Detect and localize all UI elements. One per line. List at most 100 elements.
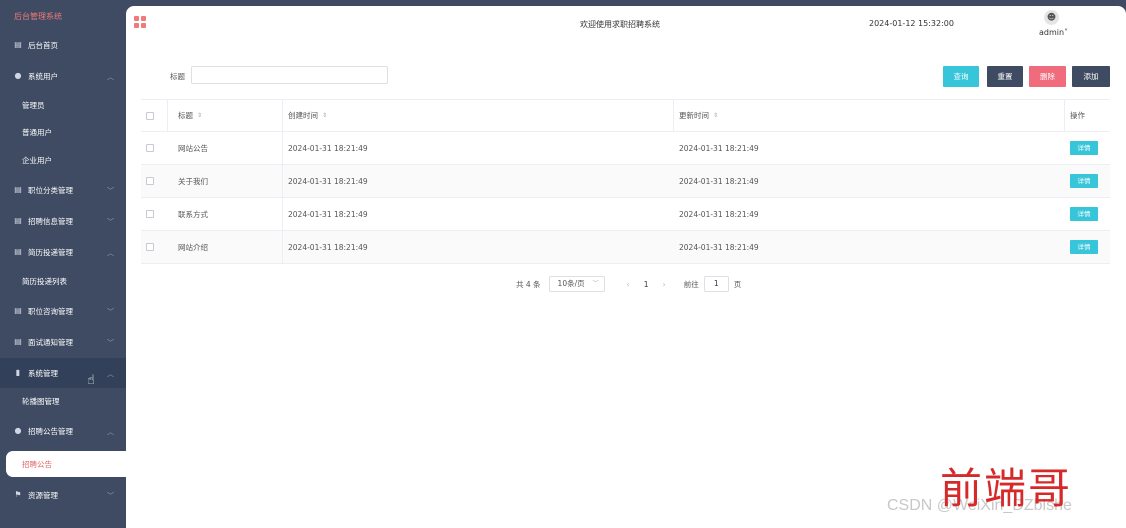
menu-item-recruitment-info[interactable]: ▤ 招聘信息管理 ﹀ <box>0 206 126 236</box>
page-size-select[interactable]: 10条/页 ﹀ <box>548 276 605 292</box>
submenu-item-company-users[interactable]: 企业用户 <box>0 147 126 173</box>
detail-button[interactable]: 详情 <box>1070 174 1098 188</box>
announcement-table: 标题 ⇕ 创建时间 ⇕ 更新时间 ⇕ 操作 网站公告 2024-01-31 18:21… <box>141 99 1110 264</box>
cell-operation: 详情 <box>1070 231 1110 263</box>
submenu-item-label: 简历投递列表 <box>22 276 67 286</box>
menu-item-label: 招聘信息管理 <box>28 216 73 226</box>
menu-item-label: 职位咨询管理 <box>28 306 73 316</box>
chevron-down-icon: ˅ <box>1064 28 1069 37</box>
row-checkbox[interactable] <box>146 132 158 164</box>
menu-item-interview-notice[interactable]: ▤ 面试通知管理 ﹀ <box>0 327 126 357</box>
table-row: 网站公告 2024-01-31 18:21:49 2024-01-31 18:2… <box>141 132 1110 165</box>
cell-operation: 详情 <box>1070 165 1110 197</box>
chevron-down-icon: ﹀ <box>107 339 114 347</box>
detail-button[interactable]: 详情 <box>1070 207 1098 221</box>
sidebar: 后台管理系统 ▤ 后台首页 ● 系统用户 ︿ 管理员 普通用户 企业用户 ▤ 职… <box>0 0 126 528</box>
submenu-item-carousel[interactable]: 轮播图管理 <box>0 388 126 414</box>
table-row: 关于我们 2024-01-31 18:21:49 2024-01-31 18:2… <box>141 165 1110 198</box>
detail-button[interactable]: 详情 <box>1070 141 1098 155</box>
chevron-up-icon: ︿ <box>107 370 114 378</box>
cell-updated: 2024-01-31 18:21:49 <box>679 143 759 153</box>
query-button[interactable]: 查询 <box>943 66 979 87</box>
menu-item-label: 面试通知管理 <box>28 337 73 347</box>
delete-button[interactable]: 删除 <box>1029 66 1066 87</box>
menu-item-label: 简历投递管理 <box>28 247 73 257</box>
current-datetime: 2024-01-12 15:32:00 <box>869 19 954 28</box>
sort-icon: ⇕ <box>322 112 328 119</box>
menu-item-resume-delivery[interactable]: ▤ 简历投递管理 ︿ <box>0 237 126 267</box>
cell-title: 联系方式 <box>178 209 208 219</box>
detail-button[interactable]: 详情 <box>1070 240 1098 254</box>
row-checkbox[interactable] <box>146 165 158 197</box>
page-number[interactable]: 1 <box>644 280 649 289</box>
select-all-checkbox[interactable] <box>146 100 158 131</box>
menu-item-label: 招聘公告管理 <box>28 426 73 436</box>
main-panel: 欢迎使用求职招聘系统 2024-01-12 15:32:00 ☻ admin˅ … <box>126 6 1126 528</box>
avatar[interactable]: ☻ <box>1044 10 1059 25</box>
menu-item-system-management[interactable]: ▮ 系统管理 ︿ <box>0 358 126 388</box>
goto-page-input[interactable]: 1 <box>703 276 729 292</box>
chevron-down-icon: ﹀ <box>592 280 599 287</box>
column-header-operation: 操作 <box>1070 111 1085 120</box>
flag-icon: ⚑ <box>14 490 22 499</box>
reset-button[interactable]: 重置 <box>987 66 1023 87</box>
menu-item-system-users[interactable]: ● 系统用户 ︿ <box>0 61 126 91</box>
menu-item-job-category[interactable]: ▤ 职位分类管理 ﹀ <box>0 175 126 205</box>
list-icon: ▤ <box>14 216 22 225</box>
cell-operation: 详情 <box>1070 132 1110 164</box>
welcome-text: 欢迎使用求职招聘系统 <box>580 20 660 29</box>
cell-title: 关于我们 <box>178 176 208 186</box>
search-label: 标题 <box>170 72 185 81</box>
menu-item-label: 系统用户 <box>28 71 58 81</box>
column-header-updated[interactable]: 更新时间 ⇕ <box>679 100 1064 131</box>
list-icon: ▤ <box>14 306 22 315</box>
submenu-item-admin[interactable]: 管理员 <box>0 92 126 118</box>
cell-created: 2024-01-31 18:21:49 <box>288 176 368 186</box>
row-checkbox[interactable] <box>146 198 158 230</box>
list-icon: ▤ <box>14 247 22 256</box>
sort-icon: ⇕ <box>713 112 719 119</box>
row-checkbox[interactable] <box>146 231 158 263</box>
submenu-item-normal-users[interactable]: 普通用户 <box>0 119 126 145</box>
cell-operation: 详情 <box>1070 198 1110 230</box>
grid-menu-icon[interactable] <box>134 16 146 28</box>
menu-item-label: 职位分类管理 <box>28 185 73 195</box>
info-icon: ● <box>14 426 22 435</box>
cell-updated: 2024-01-31 18:21:49 <box>679 209 759 219</box>
table-row: 联系方式 2024-01-31 18:21:49 2024-01-31 18:2… <box>141 198 1110 231</box>
column-header-label: 更新时间 <box>679 111 709 120</box>
chevron-down-icon: ﹀ <box>107 308 114 316</box>
cell-title: 网站介绍 <box>178 242 208 252</box>
submenu-item-resume-list[interactable]: 简历投递列表 <box>0 268 126 294</box>
submenu-item-announcement[interactable]: 招聘公告 <box>6 451 126 477</box>
chevron-down-icon: ﹀ <box>107 187 114 195</box>
chevron-down-icon: ﹀ <box>107 218 114 226</box>
top-bar: 欢迎使用求职招聘系统 2024-01-12 15:32:00 ☻ admin˅ <box>126 6 1126 44</box>
menu-item-dashboard[interactable]: ▤ 后台首页 <box>0 30 126 60</box>
column-header-label: 标题 <box>178 111 193 120</box>
goto-label: 前往 <box>683 279 699 289</box>
next-page-icon[interactable]: › <box>663 280 666 289</box>
menu-item-job-consult[interactable]: ▤ 职位咨询管理 ﹀ <box>0 296 126 326</box>
menu-item-announcement-management[interactable]: ● 招聘公告管理 ︿ <box>0 416 126 446</box>
search-title-input[interactable] <box>191 66 388 84</box>
menu-item-resource-management[interactable]: ⚑ 资源管理 ﹀ <box>0 480 126 510</box>
add-button[interactable]: 添加 <box>1072 66 1110 87</box>
cell-updated: 2024-01-31 18:21:49 <box>679 242 759 252</box>
submenu-item-label: 管理员 <box>22 100 45 110</box>
cell-created: 2024-01-31 18:21:49 <box>288 143 368 153</box>
cell-created: 2024-01-31 18:21:49 <box>288 209 368 219</box>
column-header-created[interactable]: 创建时间 ⇕ <box>288 100 673 131</box>
submenu-item-label: 普通用户 <box>22 127 52 137</box>
watermark-author: 前端哥 <box>940 464 1073 513</box>
prev-page-icon[interactable]: ‹ <box>627 280 630 289</box>
menu-item-label: 系统管理 <box>28 368 58 378</box>
cell-updated: 2024-01-31 18:21:49 <box>679 176 759 186</box>
list-icon: ▤ <box>14 337 22 346</box>
menu-item-label: 资源管理 <box>28 490 58 500</box>
user-avatar-icon: ☻ <box>1046 12 1057 23</box>
submenu-item-label: 招聘公告 <box>22 459 52 469</box>
column-header-title[interactable]: 标题 ⇕ <box>178 100 282 131</box>
user-menu[interactable]: admin˅ <box>1039 28 1068 37</box>
brand-title: 后台管理系统 <box>14 12 62 21</box>
